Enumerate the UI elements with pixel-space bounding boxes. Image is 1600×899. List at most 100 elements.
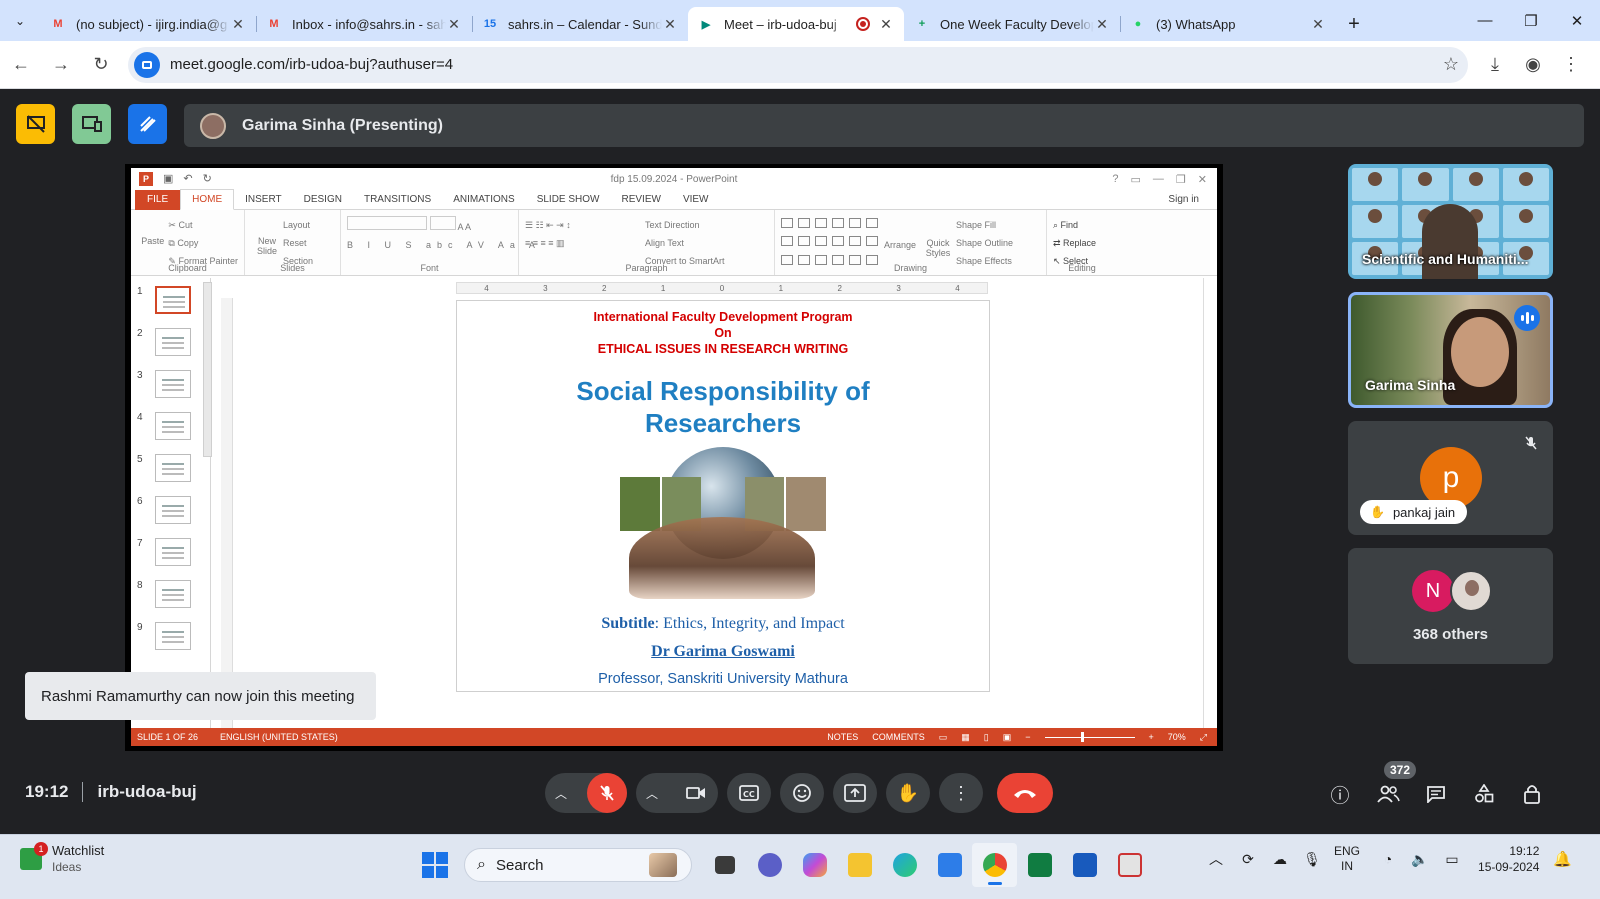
ruler-mark: 4 xyxy=(484,283,489,293)
windows-start-icon[interactable] xyxy=(422,852,448,878)
language-code: ENG xyxy=(1334,844,1361,858)
system-clock[interactable]: 19:12 15-09-2024 xyxy=(1478,843,1539,875)
chat-icon[interactable] xyxy=(1412,775,1460,813)
shared-screen: P ▣ ↶ ↻ fdp 15.09.2024 - PowerPoint ? ▭ — ❐ ✕ F… xyxy=(125,164,1223,751)
audio-options-chevron-icon[interactable]: ︿ xyxy=(555,785,567,802)
camera-control[interactable]: ︿ xyxy=(636,773,718,813)
browser-tab[interactable]: M (no subject) - ijirg.india@g ✕ xyxy=(40,7,256,41)
find-icon: ⌕ xyxy=(1053,220,1061,230)
close-tab-icon[interactable]: ✕ xyxy=(1094,16,1110,33)
present-screen-button[interactable] xyxy=(833,773,877,813)
minimize-button[interactable]: — xyxy=(1462,0,1508,41)
store-icon[interactable] xyxy=(927,843,972,887)
mic-off-icon[interactable] xyxy=(587,773,627,813)
wifi-icon[interactable]: ◔ xyxy=(1372,851,1404,867)
ribbon-group-paragraph: ☰ ☷ ⇤ ⇥ ↕ ≡ ≡ ≡ ≡ ▥ Text Direction Align… xyxy=(519,210,775,275)
chat-app-icon[interactable] xyxy=(747,843,792,887)
browser-tab[interactable]: M Inbox - info@sahrs.in - sah ✕ xyxy=(256,7,472,41)
video-options-chevron-icon[interactable]: ︿ xyxy=(646,785,658,802)
slide-thumbnail-number: 4 xyxy=(137,412,143,423)
forward-button[interactable]: → xyxy=(42,46,80,84)
snipping-tool-icon[interactable] xyxy=(1107,843,1152,887)
excel-icon[interactable] xyxy=(1017,843,1062,887)
browser-tab[interactable]: ● (3) WhatsApp ✕ xyxy=(1120,7,1336,41)
join-notification-toast: Rashmi Ramamurthy can now join this meet… xyxy=(25,672,376,720)
slide-thumbnail: 9 xyxy=(137,622,207,658)
leave-call-button[interactable] xyxy=(997,773,1053,813)
battery-icon[interactable]: ▭ xyxy=(1436,851,1468,868)
url-text[interactable]: meet.google.com/irb-udoa-buj?authuser=4 xyxy=(170,56,1434,73)
paste-label: Paste xyxy=(141,236,165,246)
close-tab-icon[interactable]: ✕ xyxy=(230,16,246,33)
system-tray: ︿ ⟳ ☁ 🎙 ENG IN ◔ 🔈 ▭ 19:12 15-09-2024 🔔 xyxy=(1200,843,1572,875)
file-explorer-icon[interactable] xyxy=(837,843,882,887)
recording-indicator-icon xyxy=(856,17,870,31)
restore-button[interactable]: ❐ xyxy=(1508,0,1554,41)
reload-button[interactable]: ↻ xyxy=(82,46,120,84)
whiteboard-pen-icon[interactable] xyxy=(128,104,167,144)
font-group-label: Font xyxy=(420,263,439,273)
activities-icon[interactable] xyxy=(1460,775,1508,813)
volume-icon[interactable]: 🔈 xyxy=(1404,851,1436,868)
sync-icon[interactable]: ⟳ xyxy=(1232,851,1264,868)
slide-subtitle: Subtitle: Ethics, Integrity, and Impact xyxy=(457,615,989,633)
vertical-ruler xyxy=(221,298,233,728)
slide-thumbnail-number: 3 xyxy=(137,370,143,381)
people-icon[interactable]: 372 xyxy=(1364,761,1417,813)
bookmark-star-icon[interactable]: ☆ xyxy=(1434,54,1468,75)
comments-label: COMMENTS xyxy=(872,732,925,742)
browser-tab[interactable]: + One Week Faculty Develop ✕ xyxy=(904,7,1120,41)
close-tab-icon[interactable]: ✕ xyxy=(662,16,678,33)
browser-tab[interactable]: 15 sahrs.in – Calendar - Sunda ✕ xyxy=(472,7,688,41)
close-tab-icon[interactable]: ✕ xyxy=(878,16,894,33)
more-options-button[interactable]: ⋮ xyxy=(939,773,983,813)
new-tab-button[interactable]: + xyxy=(1336,7,1372,41)
profile-avatar[interactable]: ◉ xyxy=(1514,46,1552,84)
slide-title-line1: Social Responsibility of xyxy=(576,376,870,406)
onedrive-icon[interactable]: ☁ xyxy=(1264,851,1296,868)
tab-search-button[interactable]: ⌄ xyxy=(0,0,40,41)
close-window-button[interactable]: ✕ xyxy=(1554,0,1600,41)
site-info-icon[interactable] xyxy=(134,51,160,78)
slide-thumbnail-number: 7 xyxy=(137,538,143,549)
captions-button[interactable]: CC xyxy=(727,773,771,813)
participant-photo-avatar xyxy=(1450,570,1492,612)
microphone-tray-icon[interactable]: 🎙 xyxy=(1296,851,1328,868)
stop-presenting-icon[interactable] xyxy=(16,104,55,144)
input-language[interactable]: ENG IN xyxy=(1334,844,1360,874)
edge-icon[interactable] xyxy=(882,843,927,887)
editing-group-label: Editing xyxy=(1068,263,1096,273)
host-controls-lock-icon[interactable] xyxy=(1508,775,1556,813)
participant-tile-room[interactable]: Scientific and Humaniti... xyxy=(1348,164,1553,279)
watchlist-widget[interactable]: 1 Watchlist Ideas xyxy=(20,842,104,875)
back-button[interactable]: ← xyxy=(2,46,40,84)
taskbar-search[interactable]: ⌕ Search xyxy=(464,848,692,882)
download-icon[interactable]: ⤓ xyxy=(1476,46,1514,84)
participant-tile-pankaj[interactable]: p ✋ pankaj jain xyxy=(1348,421,1553,535)
copilot-icon[interactable] xyxy=(792,843,837,887)
chrome-icon[interactable] xyxy=(972,843,1017,887)
camera-icon[interactable] xyxy=(676,773,716,813)
ppt-tab-slideshow: SLIDE SHOW xyxy=(536,194,600,205)
presenter-name: Garima Sinha (Presenting) xyxy=(242,116,443,134)
participant-tile-others[interactable]: N 368 others xyxy=(1348,548,1553,664)
browser-menu-icon[interactable]: ⋮ xyxy=(1552,46,1590,84)
word-icon[interactable] xyxy=(1062,843,1107,887)
notifications-bell-icon[interactable]: 🔔 xyxy=(1553,850,1572,868)
meeting-details: 19:12 irb-udoa-buj xyxy=(25,782,197,802)
participant-tile-presenter[interactable]: Garima Sinha xyxy=(1348,292,1553,408)
raise-hand-button[interactable]: ✋ xyxy=(886,773,930,813)
microphone-control[interactable]: ︿ xyxy=(545,773,627,813)
meeting-info-icon[interactable]: ⓘ xyxy=(1316,775,1364,813)
emoji-reactions-button[interactable] xyxy=(780,773,824,813)
task-view-icon[interactable] xyxy=(702,843,747,887)
close-tab-icon[interactable]: ✕ xyxy=(446,16,462,33)
ppt-tab-transitions: TRANSITIONS xyxy=(363,194,432,205)
browser-tab[interactable]: ▶ Meet – irb-udoa-buj ✕ xyxy=(688,7,904,41)
companion-mode-icon[interactable] xyxy=(72,104,111,144)
address-bar[interactable]: meet.google.com/irb-udoa-buj?authuser=4 … xyxy=(128,46,1468,83)
powerpoint-logo-icon: P xyxy=(139,172,153,186)
find-label: Find xyxy=(1060,220,1079,230)
close-tab-icon[interactable]: ✕ xyxy=(1310,16,1326,33)
show-hidden-icons-chevron-icon[interactable]: ︿ xyxy=(1200,849,1232,869)
